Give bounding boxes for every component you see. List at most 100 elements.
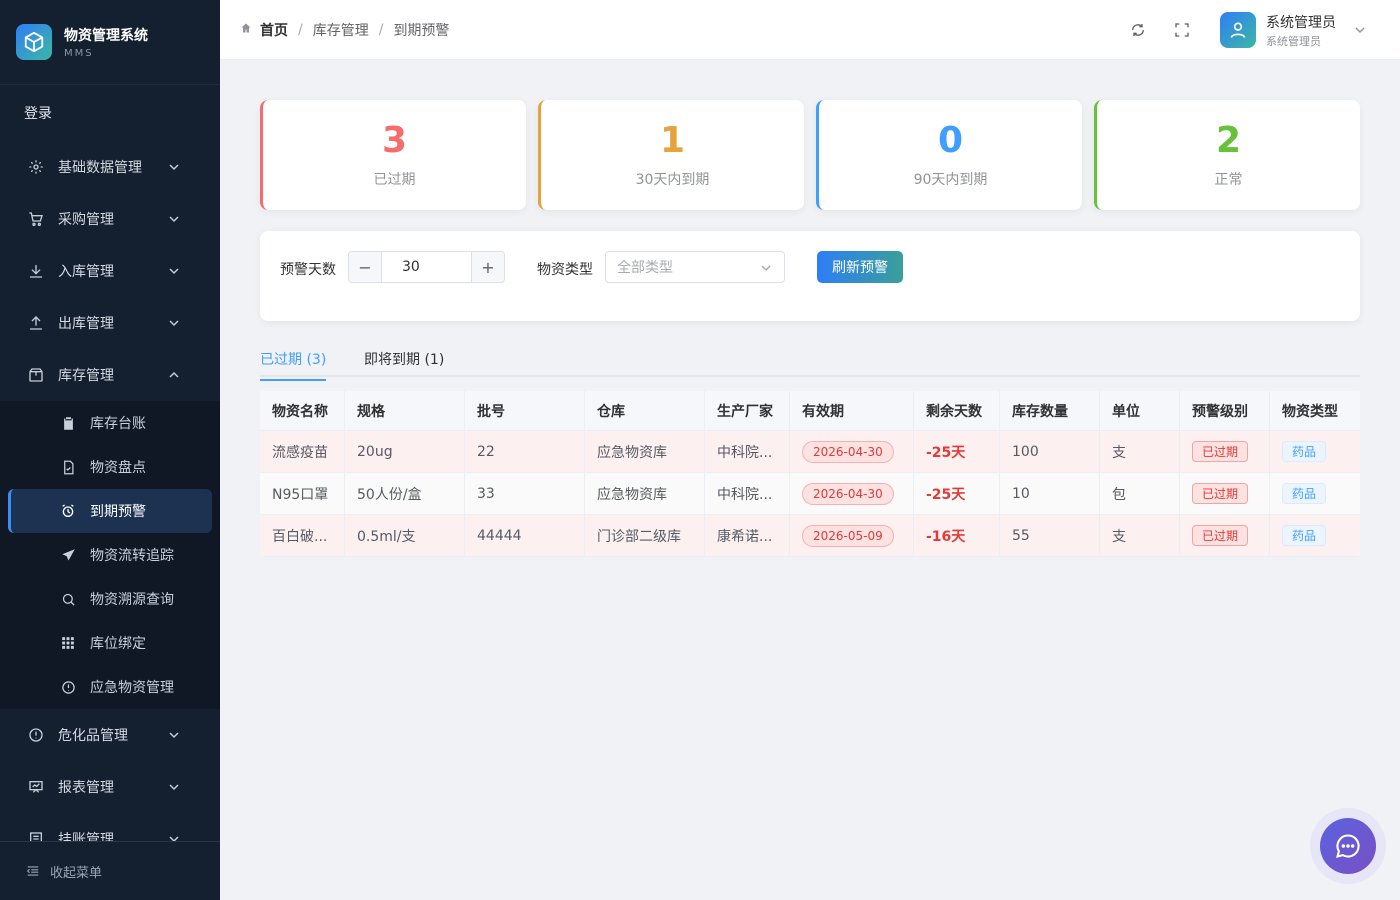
submenu-trace-query[interactable]: 物资溯源查询	[8, 577, 212, 621]
material-type-select[interactable]: 全部类型	[605, 251, 785, 283]
material-type-tag: 药品	[1282, 483, 1327, 504]
cell-batch: 44444	[465, 515, 585, 556]
cell-quantity: 10	[1000, 473, 1100, 514]
breadcrumb-home[interactable]: 首页	[260, 20, 288, 40]
table-row[interactable]: 百白破... 0.5ml/支 44444 门诊部二级库 康希诺... 2026-…	[260, 515, 1360, 557]
menu-label: 危化品管理	[58, 728, 128, 744]
collapse-label: 收起菜单	[50, 865, 103, 881]
submenu-label: 应急物资管理	[90, 680, 174, 696]
inventory-submenu: 库存台账 物资盘点 到期预警 物资流转追踪 物资溯源查询 库位绑定 应急物资管理	[0, 401, 220, 709]
increment-button[interactable]: +	[472, 252, 504, 282]
user-info[interactable]: 系统管理员 系统管理员	[1266, 12, 1336, 49]
warning-level-tag: 已过期	[1192, 483, 1249, 504]
collapse-menu-button[interactable]: 收起菜单	[0, 841, 220, 900]
cube-icon	[16, 24, 52, 60]
warning-level-tag: 已过期	[1192, 441, 1249, 462]
cell-manufacturer: 中科院...	[705, 431, 790, 472]
warning-days-input[interactable]: 30	[381, 252, 472, 282]
menu-basic-data[interactable]: 基础数据管理	[0, 141, 220, 193]
cell-unit: 支	[1100, 515, 1180, 556]
menu-inbound[interactable]: 入库管理	[0, 245, 220, 297]
refresh-icon[interactable]	[1126, 18, 1150, 42]
submenu-label: 物资流转追踪	[90, 548, 174, 564]
submenu-location-binding[interactable]: 库位绑定	[8, 621, 212, 665]
download-icon	[28, 263, 44, 279]
chevron-down-icon[interactable]	[1348, 18, 1372, 42]
decrement-button[interactable]: −	[349, 252, 381, 282]
chevron-down-icon	[168, 729, 180, 745]
menu-inventory[interactable]: 库存管理	[0, 349, 220, 401]
stat-value: 0	[937, 120, 964, 161]
material-type-tag: 药品	[1282, 441, 1327, 462]
cell-name: N95口罩	[260, 473, 345, 514]
expiry-date-tag: 2026-04-30	[802, 482, 894, 505]
menu-reports[interactable]: 报表管理	[0, 761, 220, 813]
cell-warehouse: 应急物资库	[585, 431, 705, 472]
menu-accounts[interactable]: 挂账管理	[0, 813, 220, 841]
gear-icon	[28, 159, 44, 175]
alarm-clock-icon	[60, 503, 76, 519]
col-header: 规格	[345, 391, 465, 430]
chevron-down-icon	[168, 833, 180, 841]
menu-purchase[interactable]: 采购管理	[0, 193, 220, 245]
refresh-warning-button[interactable]: 刷新预警	[817, 251, 903, 283]
stats-cards: 3 已过期 1 30天内到期 0 90天内到期 2 正常	[260, 100, 1360, 210]
submenu-label: 到期预警	[90, 504, 146, 520]
menu-hazardous[interactable]: 危化品管理	[0, 709, 220, 761]
expiry-table: 物资名称 规格 批号 仓库 生产厂家 有效期 剩余天数 库存数量 单位 预警级别…	[260, 391, 1360, 557]
table-row[interactable]: N95口罩 50人份/盒 33 应急物资库 中科院... 2026-04-30 …	[260, 473, 1360, 515]
expiry-date-tag: 2026-05-09	[802, 524, 894, 547]
stat-value: 2	[1215, 120, 1242, 161]
material-type-label: 物资类型	[537, 262, 593, 278]
submenu-flow-tracking[interactable]: 物资流转追踪	[8, 533, 212, 577]
submenu-label: 物资盘点	[90, 460, 146, 476]
submenu-emergency[interactable]: 应急物资管理	[8, 665, 212, 709]
stat-label: 90天内到期	[913, 172, 988, 188]
chevron-down-icon	[168, 213, 180, 229]
chevron-down-icon	[760, 262, 772, 278]
col-header: 批号	[465, 391, 585, 430]
package-icon	[28, 367, 44, 383]
fullscreen-icon[interactable]	[1170, 18, 1194, 42]
warning-circle-icon	[60, 679, 76, 695]
stat-value: 1	[659, 120, 686, 161]
list-icon	[28, 831, 44, 841]
menu-login[interactable]: 登录	[0, 85, 220, 141]
submenu-stocktake[interactable]: 物资盘点	[8, 445, 212, 489]
menu-label: 出库管理	[58, 316, 114, 332]
stat-90-days: 0 90天内到期	[816, 100, 1082, 210]
col-header: 库存数量	[1000, 391, 1100, 430]
cell-warehouse: 门诊部二级库	[585, 515, 705, 556]
filter-panel: 预警天数 − 30 + 物资类型 全部类型 刷新预警	[260, 231, 1360, 321]
submenu-ledger[interactable]: 库存台账	[8, 401, 212, 445]
user-role: 系统管理员	[1266, 34, 1321, 48]
tab-expired[interactable]: 已过期 (3)	[260, 349, 327, 381]
menu-label: 入库管理	[58, 264, 114, 280]
menu-outbound[interactable]: 出库管理	[0, 297, 220, 349]
breadcrumb-inventory[interactable]: 库存管理	[313, 20, 369, 40]
warning-days-label: 预警天数	[280, 262, 336, 278]
chat-button[interactable]	[1320, 818, 1376, 874]
cell-unit: 包	[1100, 473, 1180, 514]
grid-icon	[60, 635, 76, 651]
cell-name: 百白破...	[260, 515, 345, 556]
submenu-label: 库存台账	[90, 416, 146, 432]
app-logo[interactable]: 物资管理系统 MMS	[0, 0, 220, 85]
stat-expired: 3 已过期	[260, 100, 526, 210]
cell-batch: 33	[465, 473, 585, 514]
remaining-days: -16天	[926, 528, 966, 545]
col-header: 物资名称	[260, 391, 345, 430]
chevron-down-icon	[168, 781, 180, 797]
warning-circle-icon	[28, 727, 44, 743]
submenu-expiry-warning[interactable]: 到期预警	[8, 489, 212, 533]
table-row[interactable]: 流感疫苗 20ug 22 应急物资库 中科院... 2026-04-30 -25…	[260, 431, 1360, 473]
user-avatar[interactable]	[1220, 12, 1256, 48]
menu-label: 报表管理	[58, 780, 114, 796]
app-subtitle: MMS	[64, 48, 94, 59]
submenu-label: 库位绑定	[90, 636, 146, 652]
stat-label: 30天内到期	[635, 172, 710, 188]
document-check-icon	[60, 459, 76, 475]
cell-quantity: 100	[1000, 431, 1100, 472]
tab-upcoming[interactable]: 即将到期 (1)	[364, 349, 444, 369]
menu-label: 挂账管理	[58, 832, 114, 841]
